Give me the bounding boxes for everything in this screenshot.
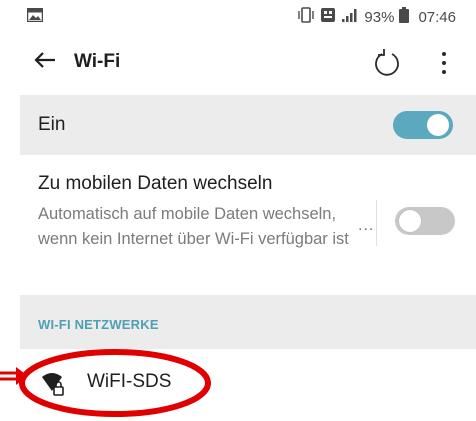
image-icon <box>26 7 44 26</box>
app-bar: Wi-Fi <box>20 34 476 90</box>
page-title: Wi-Fi <box>74 51 121 72</box>
mobile-data-switch[interactable] <box>395 207 455 235</box>
more-vertical-icon <box>442 52 446 56</box>
mobile-data-description: Automatisch auf mobile Daten wechseln, w… <box>38 205 349 248</box>
more-options-button[interactable] <box>432 46 456 80</box>
section-band: WI-FI NETZWERKE <box>20 295 476 349</box>
status-bar: 93% 07:46 <box>20 0 476 34</box>
arrow-left-icon <box>34 51 56 74</box>
refresh-button[interactable] <box>370 46 404 80</box>
wifi-lock-icon <box>41 371 67 397</box>
network-list-item[interactable]: WiFI-SDS <box>20 349 476 415</box>
wifi-master-switch[interactable] <box>393 111 453 139</box>
battery-percent: 93% <box>364 8 395 26</box>
wifi-master-toggle-row[interactable]: Ein <box>20 95 476 155</box>
refresh-icon <box>370 49 404 84</box>
wifi-networks-header: WI-FI NETZWERKE <box>38 317 159 332</box>
signal-bars-icon <box>341 7 359 27</box>
vibrate-icon <box>297 7 315 27</box>
lte-icon <box>320 7 336 27</box>
battery-icon <box>399 7 410 27</box>
switch-knob <box>399 210 421 232</box>
network-name: WiFI-SDS <box>87 371 172 392</box>
mobile-data-fallback-row[interactable]: Zu mobilen Daten wechseln Automatisch au… <box>20 155 476 287</box>
divider <box>376 200 377 246</box>
more-vertical-icon <box>442 70 446 74</box>
clock: 07:46 <box>418 8 456 26</box>
back-button[interactable] <box>34 42 68 82</box>
mobile-data-more-button[interactable]: ... <box>358 217 374 235</box>
wifi-toggle-label: Ein <box>38 114 66 135</box>
switch-knob <box>427 114 449 136</box>
status-icons: 93% 07:46 <box>297 7 456 27</box>
more-vertical-icon <box>442 61 446 65</box>
mobile-data-title: Zu mobilen Daten wechseln <box>38 173 273 194</box>
